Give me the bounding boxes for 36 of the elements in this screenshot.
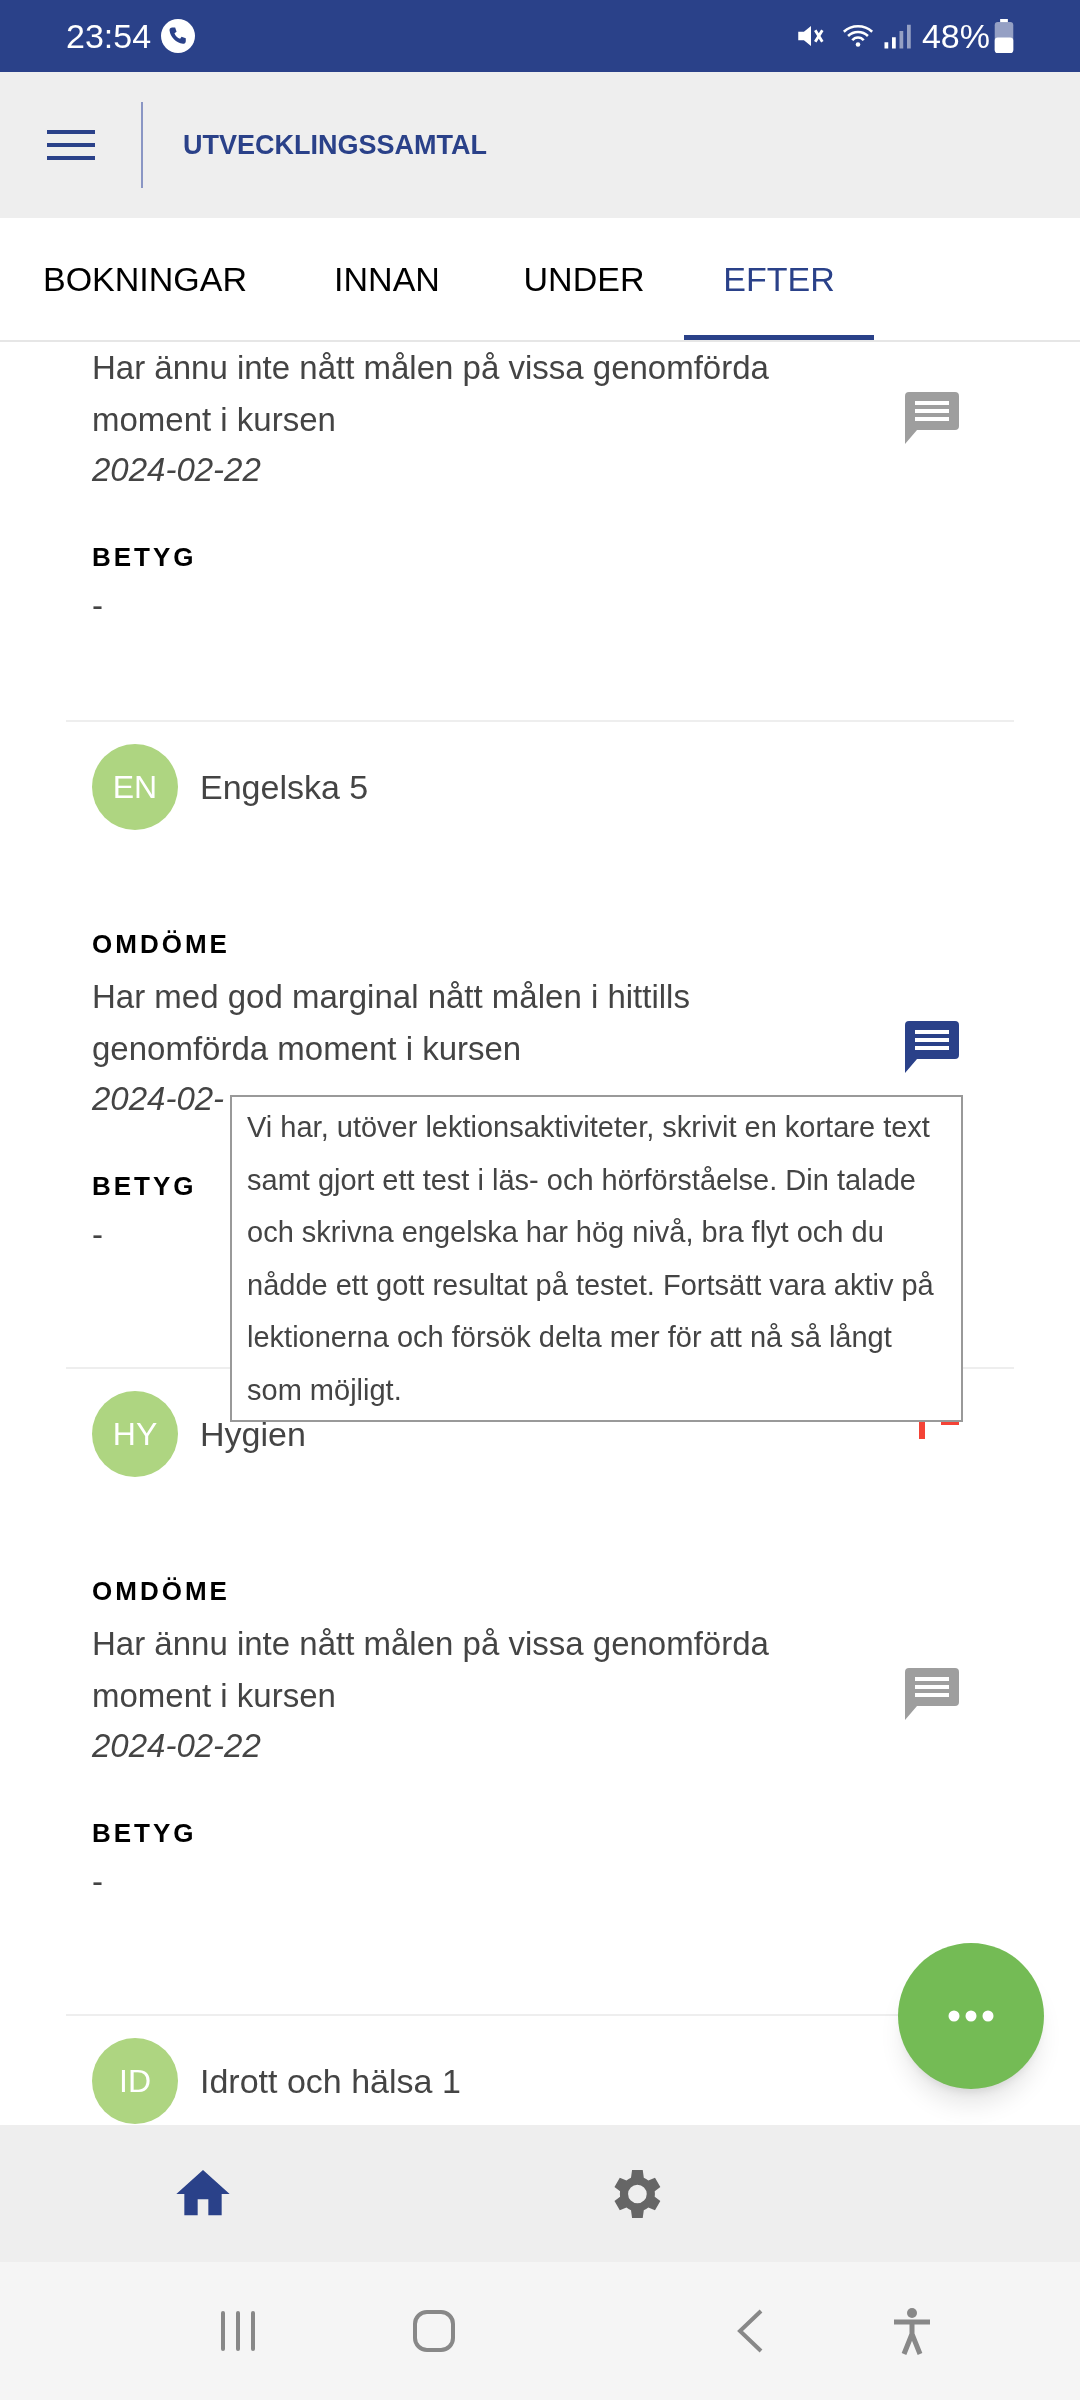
avatar: ID bbox=[92, 2038, 178, 2124]
home-button-icon[interactable] bbox=[412, 2309, 456, 2353]
grade-value: - bbox=[92, 1862, 103, 1902]
tab[interactable]: UNDER bbox=[484, 218, 684, 340]
recent-apps-icon[interactable] bbox=[218, 2309, 258, 2353]
battery-percent: 48% bbox=[921, 15, 990, 57]
assessment-text: Har med god marginal nått målen i hittills genomförda moment i kursen bbox=[92, 977, 691, 1069]
phone-call-icon bbox=[161, 19, 196, 53]
section-label: BETYG bbox=[92, 1817, 197, 1850]
assessment-text: Har ännu inte nått målen på vissa genomförda moment i kursen bbox=[92, 348, 770, 440]
assessment-date: 2024-02-22 bbox=[92, 1726, 261, 1766]
battery-icon bbox=[994, 19, 1014, 53]
grade-value: - bbox=[92, 1215, 103, 1255]
more-icon bbox=[948, 2010, 994, 2022]
comment-icon[interactable] bbox=[905, 1021, 959, 1073]
app-title: UTVECKLINGSSAMTAL bbox=[183, 128, 487, 162]
comment-tooltip: Vi har, utöver lektionsaktiviteter, skrivit en kortare text samt gjort ett test i läs- och hörförståelse. Din talade och skrivna engelska har hög nivå, bra flyt och du nådde ett gott resultat på testet. Fortsätt vara aktiv på lektionerna och försök delta mer för att nå så långt som möjligt. bbox=[230, 1095, 963, 1422]
assessment-date: 2024-02-22 bbox=[92, 450, 261, 490]
course-name: Idrott och hälsa 1 bbox=[200, 2060, 461, 2102]
accessibility-icon[interactable] bbox=[892, 2307, 932, 2355]
status-time: 23:54 bbox=[66, 15, 152, 57]
section-label: OMDÖME bbox=[92, 928, 230, 961]
tab[interactable]: INNAN bbox=[290, 218, 484, 340]
avatar: EN bbox=[92, 744, 178, 830]
section-label: OMDÖME bbox=[92, 1575, 230, 1608]
assessment-date: 2024-02- bbox=[92, 1079, 225, 1119]
avatar: HY bbox=[92, 1391, 178, 1477]
tab[interactable]: BOKNINGAR bbox=[0, 218, 290, 340]
back-icon[interactable] bbox=[736, 2309, 764, 2353]
grade-value: - bbox=[92, 586, 103, 626]
tab[interactable]: EFTER bbox=[684, 218, 874, 340]
menu-icon bbox=[47, 128, 95, 162]
course-name: Engelska 5 bbox=[200, 766, 369, 808]
section-label: BETYG bbox=[92, 1170, 197, 1203]
assessment-text: Har ännu inte nått målen på vissa genomförda moment i kursen bbox=[92, 1624, 770, 1716]
section-label: BETYG bbox=[92, 541, 197, 574]
